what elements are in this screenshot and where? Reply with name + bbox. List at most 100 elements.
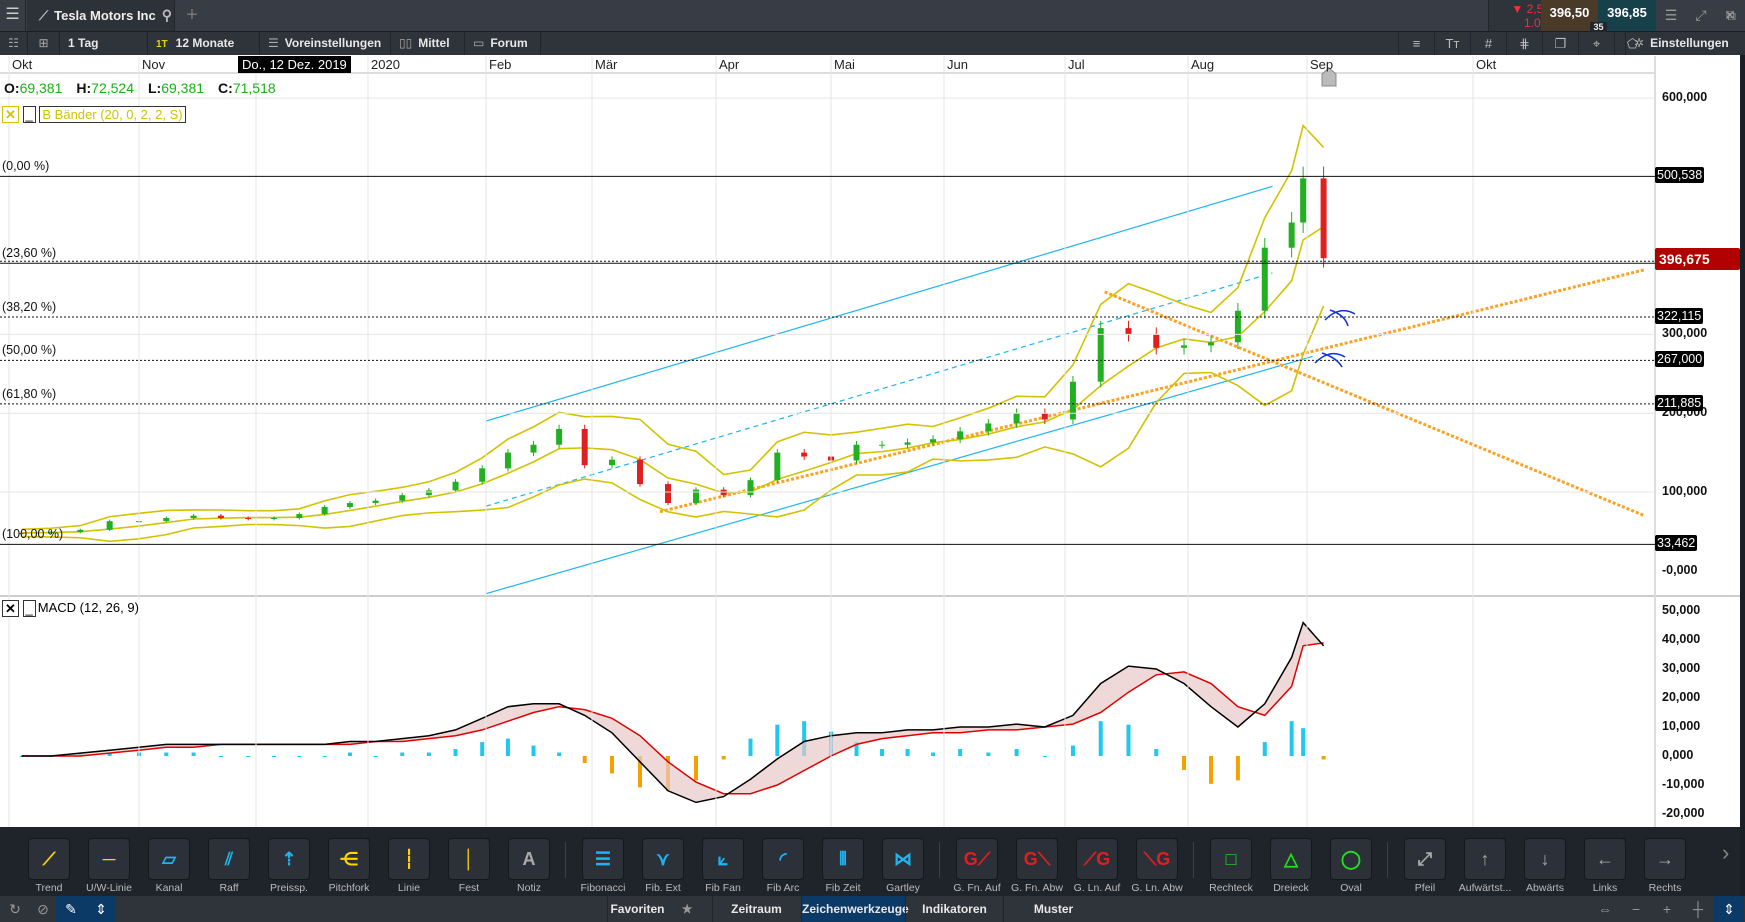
close-value: 71,518 bbox=[232, 80, 276, 96]
date-label: Sep bbox=[1310, 57, 1334, 72]
candle bbox=[296, 514, 303, 519]
tool-label: Rechts bbox=[1648, 882, 1682, 894]
tab-label: Muster bbox=[1033, 902, 1074, 916]
hand-drawn-mark bbox=[1324, 309, 1356, 327]
tool-g-ln-auf-button[interactable]: ⟋G bbox=[1076, 838, 1118, 880]
macd-tick-label: 50,000 bbox=[1662, 603, 1701, 617]
date-label: Okt bbox=[1476, 57, 1497, 72]
candle bbox=[425, 490, 432, 496]
fibonacci-level-label: (100,00 %) bbox=[2, 527, 64, 542]
sort-icon[interactable]: ⇕ bbox=[86, 896, 116, 922]
channel-upper-line bbox=[485, 185, 1273, 422]
refresh-icon[interactable]: ↻ bbox=[0, 896, 30, 922]
macd-histogram-bar bbox=[1262, 742, 1267, 756]
remove-indicator-icon[interactable]: ✕ bbox=[2, 600, 19, 617]
candle bbox=[1320, 178, 1327, 259]
macd-histogram-bar bbox=[1301, 728, 1306, 756]
tool-gartley-button[interactable]: ⋈ bbox=[882, 838, 924, 880]
bollinger-label[interactable]: B Bänder (20, 0, 2, 2, S) bbox=[39, 106, 186, 123]
tool-fib-zeit-button[interactable]: ⦀ bbox=[822, 838, 864, 880]
tool-dreieck-button[interactable]: △ bbox=[1270, 838, 1312, 880]
tool-u-w-linie-button[interactable]: ─ bbox=[88, 838, 130, 880]
candle bbox=[372, 500, 379, 504]
macd-histogram-bar bbox=[958, 749, 963, 756]
tool-label: G. Ln. Abw bbox=[1131, 882, 1183, 894]
macd-histogram-bar bbox=[426, 752, 431, 756]
disable-icon[interactable]: ⊘ bbox=[28, 896, 58, 922]
tool-notiz-button[interactable]: A bbox=[508, 838, 550, 880]
tool-pitchfork-button[interactable]: ⋲ bbox=[328, 838, 370, 880]
macd-histogram-bar bbox=[557, 752, 562, 756]
tool-kanal-button[interactable]: ▱ bbox=[148, 838, 190, 880]
scroll-right-icon[interactable]: › bbox=[1722, 840, 1729, 866]
macd-label[interactable]: MACD (12, 26, 9) bbox=[35, 600, 141, 617]
candle bbox=[1234, 310, 1241, 343]
trend-up-line bbox=[659, 268, 1645, 514]
tab-zeitraum[interactable]: Zeitraum bbox=[712, 896, 800, 922]
candle bbox=[556, 428, 563, 445]
tool-trend-button[interactable]: ⟋ bbox=[28, 838, 70, 880]
candle bbox=[985, 423, 992, 432]
arrow-right-icon: → bbox=[1656, 849, 1674, 869]
tool-rechts-button[interactable]: → bbox=[1644, 838, 1686, 880]
tool-oval-button[interactable]: ◯ bbox=[1330, 838, 1372, 880]
tab-favoriten[interactable]: Favoriten ★ bbox=[607, 896, 695, 922]
minimize-indicator-icon[interactable]: _ bbox=[22, 106, 36, 123]
tool-aufw-rtst--button[interactable]: ↑ bbox=[1464, 838, 1506, 880]
tool-linie-button[interactable]: ┆ bbox=[388, 838, 430, 880]
gann-line-down-icon: ⟍G bbox=[1143, 849, 1171, 869]
tab-label: Indikatoren bbox=[922, 902, 987, 916]
macd-histogram-bar bbox=[905, 749, 910, 756]
tool-fibonacci-button[interactable]: ☰ bbox=[582, 838, 624, 880]
gann-line-up-icon: ⟋G bbox=[1083, 849, 1111, 869]
oval-icon: ◯ bbox=[1340, 849, 1362, 869]
tool-links-button[interactable]: ← bbox=[1584, 838, 1626, 880]
star-icon[interactable]: ★ bbox=[678, 902, 693, 916]
tool-fib-ext-button[interactable]: ⋎ bbox=[642, 838, 684, 880]
macd-tick-label: 0,000 bbox=[1662, 748, 1694, 762]
crosshair-date: Do., 12 Dez. 2019 bbox=[238, 56, 351, 73]
date-label: Nov bbox=[142, 57, 166, 72]
date-label: Okt bbox=[12, 57, 33, 72]
macd-legend: ✕ _ MACD (12, 26, 9) bbox=[2, 600, 141, 617]
fibonacci-icon: ☰ bbox=[594, 849, 612, 869]
tool-g-fn-auf-button[interactable]: G⟋ bbox=[956, 838, 998, 880]
pencil-icon[interactable]: ✎ bbox=[56, 896, 86, 922]
remove-indicator-icon[interactable]: ✕ bbox=[2, 106, 19, 123]
macd-histogram-bar bbox=[1070, 745, 1075, 756]
tool-raff-button[interactable]: ⫽ bbox=[208, 838, 250, 880]
gann-fan-up-icon: G⟋ bbox=[963, 849, 991, 869]
tool-fest-button[interactable]: │ bbox=[448, 838, 490, 880]
high-value: 72,524 bbox=[91, 80, 134, 96]
candle bbox=[879, 444, 886, 446]
candle bbox=[801, 452, 808, 457]
gartley-icon: ⋈ bbox=[894, 849, 912, 869]
tool-rechteck-button[interactable]: □ bbox=[1210, 838, 1252, 880]
fixed-line-icon: │ bbox=[463, 849, 475, 869]
tool-fib-arc-button[interactable]: ◜ bbox=[762, 838, 804, 880]
expand-panel-icon[interactable]: ⇕ bbox=[1714, 896, 1744, 922]
tool-pfeil-button[interactable]: ⤢ bbox=[1404, 838, 1446, 880]
candle bbox=[1300, 178, 1307, 223]
tool-abw-rts-button[interactable]: ↓ bbox=[1524, 838, 1566, 880]
tool-g-fn-abw-button[interactable]: G⟍ bbox=[1016, 838, 1058, 880]
tab-zeichenwerkzeuge[interactable]: Zeichenwerkzeuge bbox=[801, 896, 909, 922]
price-tick-label: -0,000 bbox=[1662, 562, 1698, 577]
gann-fan-down-icon: G⟍ bbox=[1023, 849, 1051, 869]
tool-preissp--button[interactable]: ⇡ bbox=[268, 838, 310, 880]
tab-indikatoren[interactable]: Indikatoren bbox=[905, 896, 1003, 922]
crosshair-toggle-icon[interactable]: ┼ bbox=[1683, 896, 1713, 922]
tool-g-ln-abw-button[interactable]: ⟍G bbox=[1136, 838, 1178, 880]
zoom-in-icon[interactable]: + bbox=[1652, 896, 1682, 922]
fit-icon[interactable]: ⇔ bbox=[1590, 896, 1620, 922]
macd-histogram-bar bbox=[694, 756, 698, 781]
macd-histogram-bar bbox=[218, 756, 223, 757]
tool-fib-fan-button[interactable]: ⟀ bbox=[702, 838, 744, 880]
zoom-out-icon[interactable]: − bbox=[1621, 896, 1651, 922]
candle bbox=[1097, 328, 1104, 382]
open-value: 69,381 bbox=[19, 80, 63, 96]
tab-muster[interactable]: Muster bbox=[1003, 896, 1103, 922]
fibonacci-price-label: 211,885 bbox=[1655, 394, 1704, 411]
minimize-indicator-icon[interactable]: _ bbox=[22, 600, 36, 617]
fibonacci-price-label: 267,000 bbox=[1655, 351, 1705, 368]
